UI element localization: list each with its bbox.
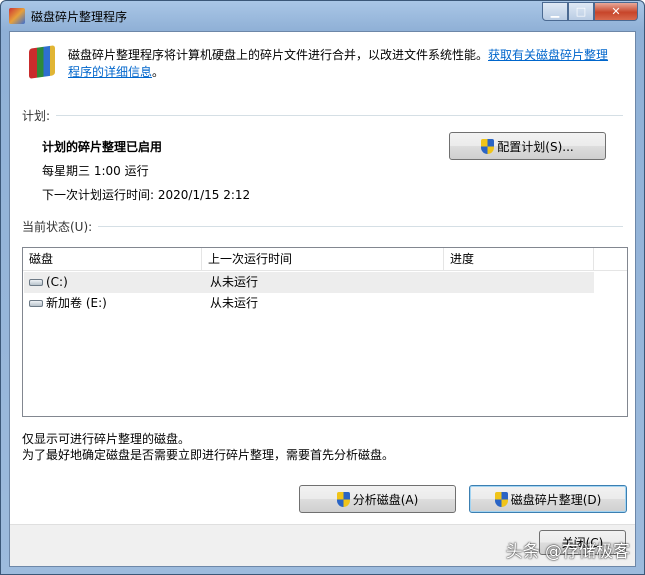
disk-name: (C:) xyxy=(46,275,68,289)
last-run: 从未运行 xyxy=(210,275,259,289)
uac-shield-icon xyxy=(336,491,350,507)
disk-list[interactable]: 磁盘 上一次运行时间 进度 (C:) 从未运行 新加卷 (E:) 从未运行 xyxy=(22,247,628,417)
description-text: 磁盘碎片整理程序将计算机硬盘上的碎片文件进行合并，以改进文件系统性能。 xyxy=(68,48,489,62)
description: 磁盘碎片整理程序将计算机硬盘上的碎片文件进行合并，以改进文件系统性能。获取有关磁… xyxy=(68,47,613,81)
last-run: 从未运行 xyxy=(210,296,259,310)
drive-icon xyxy=(29,300,43,307)
close-window-button[interactable]: ✕ xyxy=(594,2,638,21)
configure-schedule-button[interactable]: 配置计划(S)... xyxy=(449,132,606,160)
uac-shield-icon xyxy=(481,138,495,154)
schedule-status: 计划的碎片整理已启用 xyxy=(42,140,163,154)
window-title: 磁盘碎片整理程序 xyxy=(31,10,128,24)
disk-row-e[interactable]: 新加卷 (E:) 从未运行 xyxy=(24,293,594,314)
disk-row-c[interactable]: (C:) 从未运行 xyxy=(24,272,594,293)
analyze-label: 分析磁盘(A) xyxy=(352,492,419,507)
title-bar[interactable]: 磁盘碎片整理程序 ▁ □ ✕ xyxy=(1,1,644,31)
defrag-icon xyxy=(29,45,55,79)
maximize-button[interactable]: □ xyxy=(568,2,594,21)
configure-schedule-label: 配置计划(S)... xyxy=(497,139,574,154)
note-analyze-first: 为了最好地确定磁盘是否需要立即进行碎片整理，需要首先分析磁盘。 xyxy=(22,448,395,462)
description-suffix: 。 xyxy=(152,65,165,79)
list-header: 磁盘 上一次运行时间 进度 xyxy=(23,248,627,271)
column-header-disk[interactable]: 磁盘 xyxy=(23,248,202,271)
defragment-label: 磁盘碎片整理(D) xyxy=(510,492,602,507)
dialog-body: 磁盘碎片整理程序将计算机硬盘上的碎片文件进行合并，以改进文件系统性能。获取有关磁… xyxy=(9,31,636,567)
defragment-disk-button[interactable]: 磁盘碎片整理(D) xyxy=(469,485,627,513)
drive-icon xyxy=(29,279,43,286)
defrag-app-icon xyxy=(9,8,25,24)
divider xyxy=(56,115,623,116)
analyze-disk-button[interactable]: 分析磁盘(A) xyxy=(299,485,456,513)
note-disks-shown: 仅显示可进行碎片整理的磁盘。 xyxy=(22,432,191,446)
schedule-frequency: 每星期三 1:00 运行 xyxy=(42,164,149,178)
status-heading: 当前状态(U): xyxy=(22,220,93,234)
uac-shield-icon xyxy=(494,491,508,507)
watermark: 头条 @存储极客 xyxy=(505,542,630,562)
window-frame: 磁盘碎片整理程序 ▁ □ ✕ 磁盘碎片整理程序将计算机硬盘上的碎片文件进行合并，… xyxy=(0,0,645,575)
schedule-next-run: 下一次计划运行时间: 2020/1/15 2:12 xyxy=(42,188,251,202)
column-header-last-run[interactable]: 上一次运行时间 xyxy=(202,248,444,271)
schedule-heading: 计划: xyxy=(22,109,51,123)
column-header-progress[interactable]: 进度 xyxy=(444,248,594,271)
divider xyxy=(98,226,623,227)
disk-name: 新加卷 (E:) xyxy=(46,296,107,310)
status-section-heading: 当前状态(U): xyxy=(22,218,623,235)
schedule-section-heading: 计划: xyxy=(22,107,623,124)
minimize-button[interactable]: ▁ xyxy=(542,2,568,21)
